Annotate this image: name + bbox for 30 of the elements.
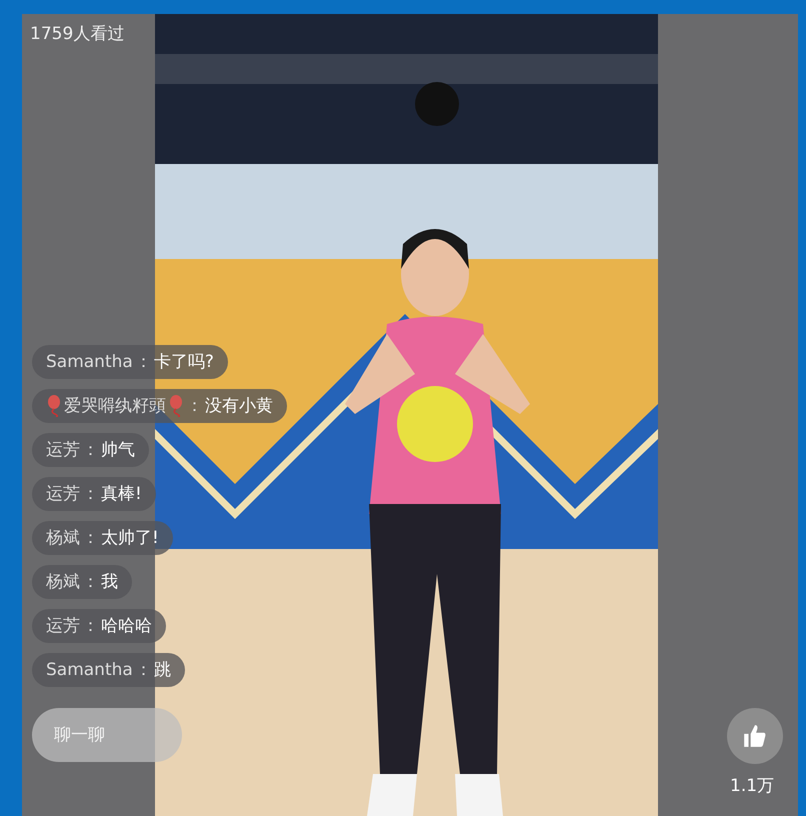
comment-separator: ： bbox=[134, 351, 152, 374]
comment-separator: ： bbox=[134, 659, 152, 682]
comment-separator: ： bbox=[82, 527, 99, 550]
comment-text: 卡了吗? bbox=[154, 351, 214, 374]
chat-field[interactable]: 聊一聊 bbox=[32, 708, 182, 762]
comment-separator: ： bbox=[82, 483, 99, 506]
comment-text: 帅气 bbox=[101, 439, 135, 462]
comment-separator: ： bbox=[82, 571, 99, 594]
thumbs-up-icon bbox=[742, 723, 768, 749]
viewer-count: 1759人看过 bbox=[30, 23, 124, 46]
comment-text: 我 bbox=[101, 571, 118, 594]
balloon-icon bbox=[46, 395, 62, 417]
comment-separator: ： bbox=[186, 395, 203, 418]
comment-separator: ： bbox=[82, 439, 99, 462]
like-count: 1.1万 bbox=[730, 775, 774, 798]
comment-text: 哈哈哈 bbox=[101, 615, 152, 638]
comment-user: 杨斌 bbox=[46, 571, 80, 594]
balloon-icon bbox=[168, 395, 184, 417]
comment-user: 运芳 bbox=[46, 483, 80, 506]
comment-text: 太帅了! bbox=[101, 527, 159, 550]
comment-text: 没有小黄 bbox=[205, 395, 273, 418]
comment-user: Samantha bbox=[46, 659, 133, 682]
comment-user: 运芳 bbox=[46, 615, 80, 638]
comment-text: 真棒! bbox=[101, 483, 142, 506]
comment-user: 爱哭嘚纨籽頭 bbox=[64, 395, 166, 418]
comment-user: Samantha bbox=[46, 351, 133, 374]
comment-user: 运芳 bbox=[46, 439, 80, 462]
comment-text: 跳 bbox=[154, 659, 171, 682]
comment-user: 杨斌 bbox=[46, 527, 80, 550]
comment-separator: ： bbox=[82, 615, 99, 638]
